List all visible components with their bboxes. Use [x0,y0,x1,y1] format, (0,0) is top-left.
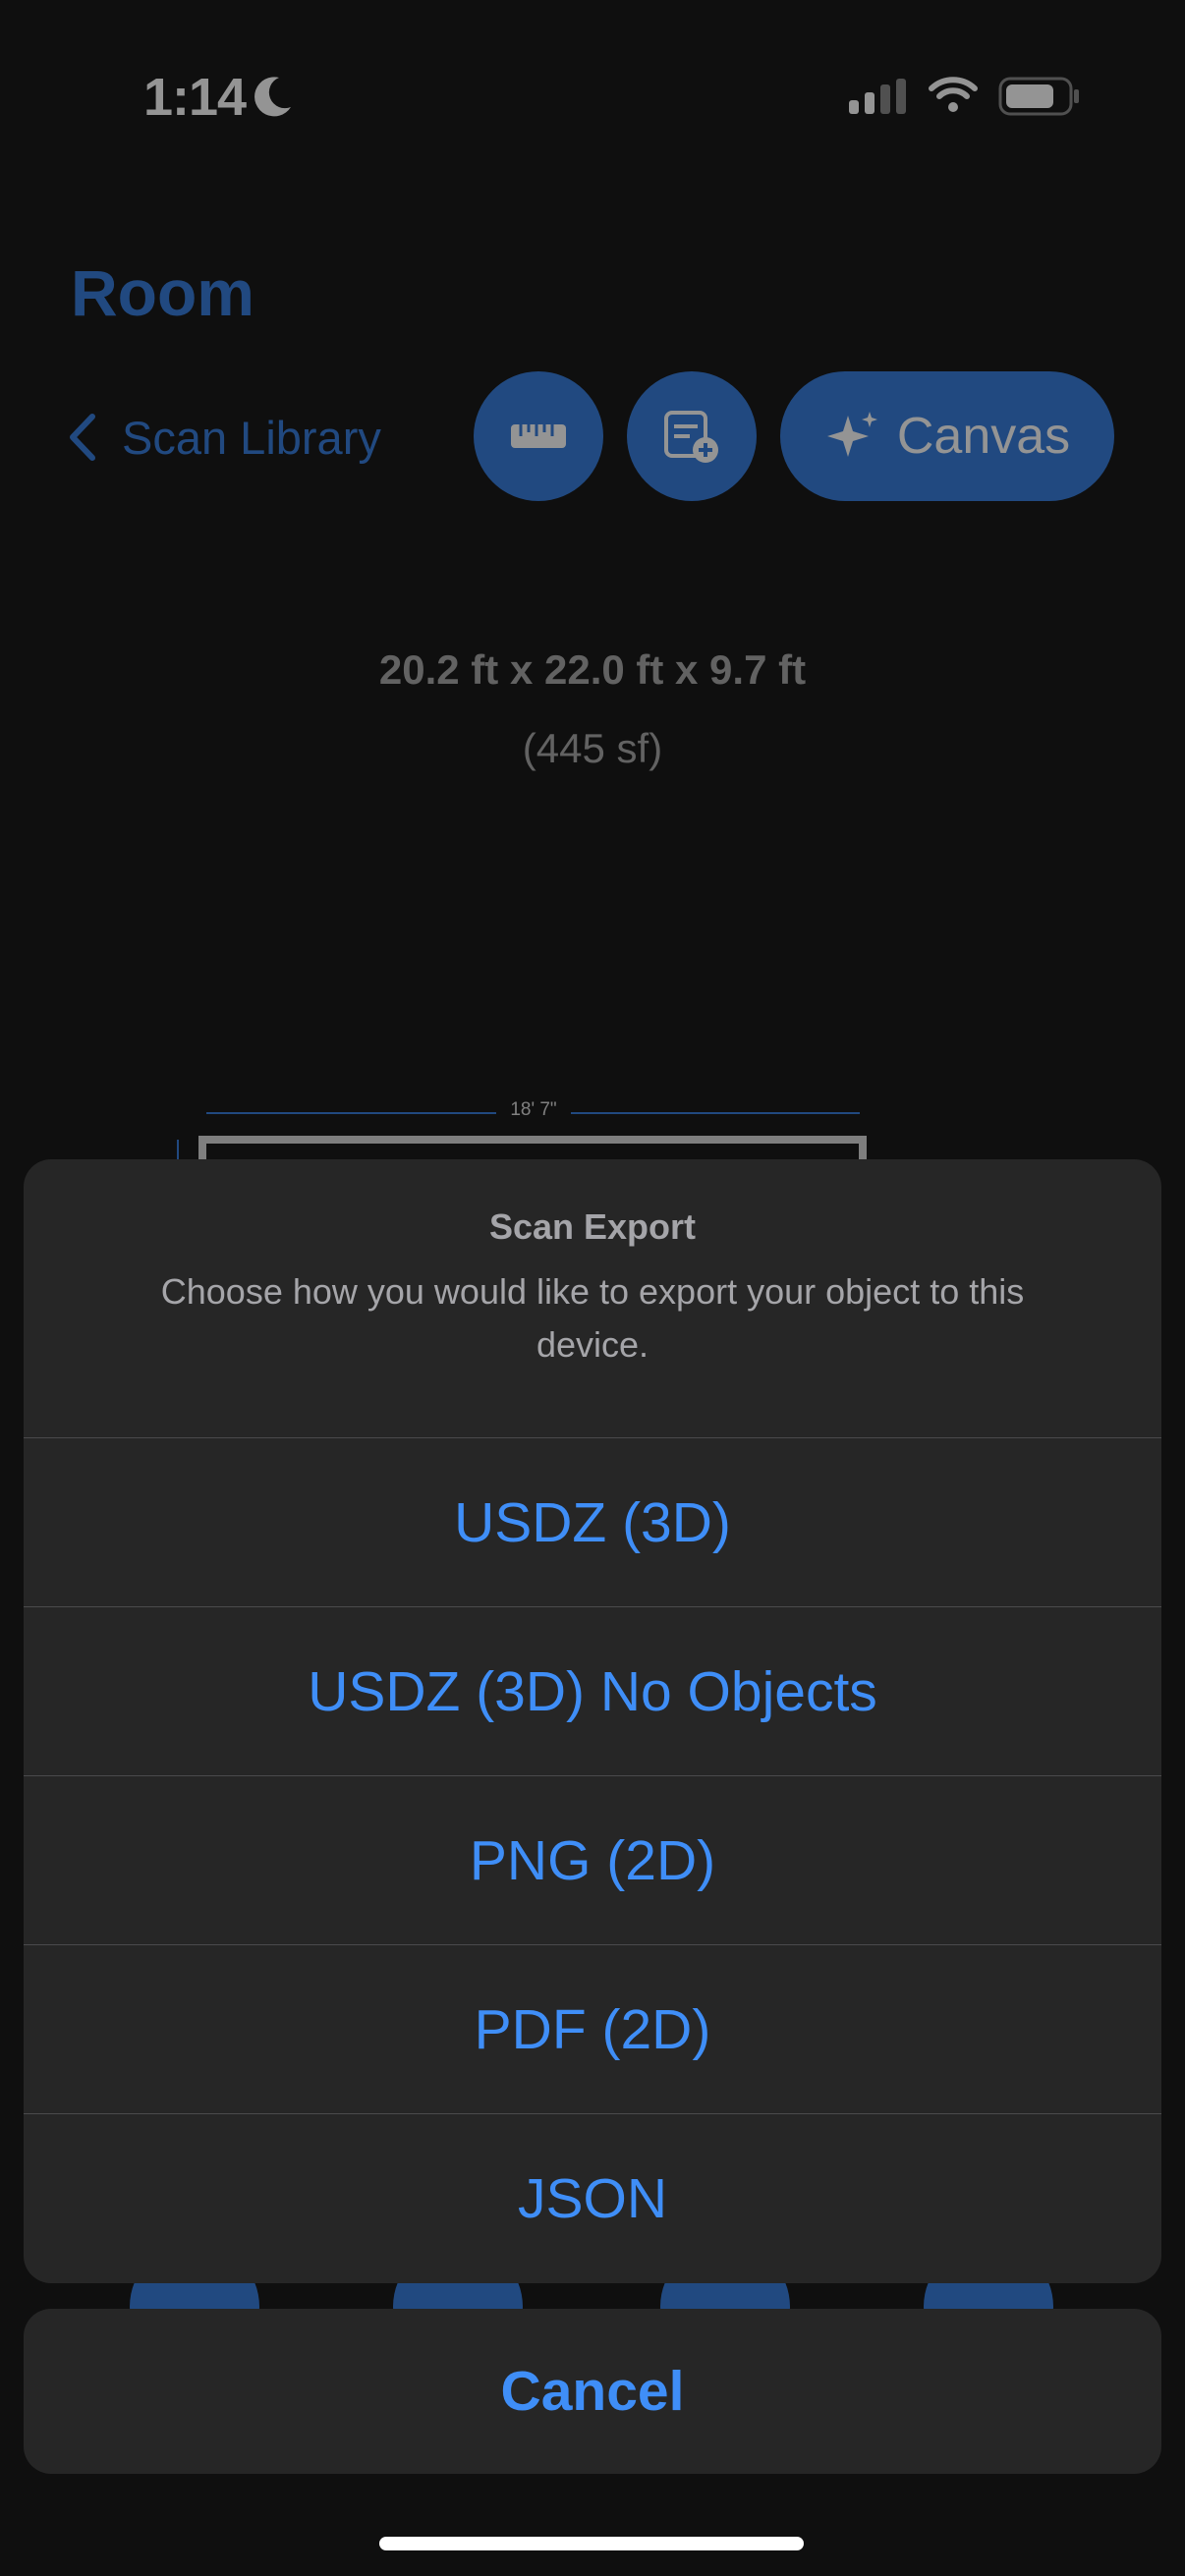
screen: 1:14 Room Scan Library Canvas 20.2 ft x … [0,0,1185,2576]
export-pdf-button[interactable]: PDF (2D) [24,1945,1161,2114]
action-sheet-header: Scan Export Choose how you would like to… [24,1159,1161,1438]
action-sheet-title: Scan Export [488,1206,697,1247]
export-usdz-no-objects-button[interactable]: USDZ (3D) No Objects [24,1607,1161,1776]
cancel-button[interactable]: Cancel [24,2309,1161,2474]
action-sheet-message: Choose how you would like to export your… [160,1271,1025,1365]
export-action-sheet: Scan Export Choose how you would like to… [24,1159,1161,2283]
export-usdz-button[interactable]: USDZ (3D) [24,1438,1161,1607]
export-png-button[interactable]: PNG (2D) [24,1776,1161,1945]
home-indicator[interactable] [379,2537,804,2550]
export-json-button[interactable]: JSON [24,2114,1161,2283]
